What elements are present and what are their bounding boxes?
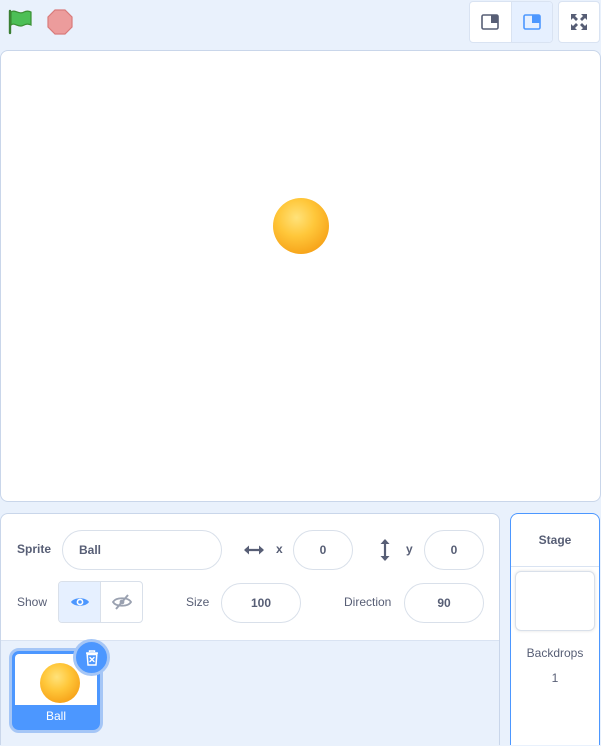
sprite-name-field[interactable]: Ball	[62, 530, 222, 570]
green-flag-icon	[8, 9, 32, 35]
stage-selector-title: Stage	[511, 514, 599, 567]
fullscreen-button[interactable]	[558, 1, 600, 43]
normal-stage-icon	[522, 14, 541, 30]
visibility-toggle	[58, 581, 143, 623]
fullscreen-icon	[571, 14, 587, 30]
stage-backdrop-thumbnail[interactable]	[515, 571, 595, 631]
direction-label: Direction	[344, 595, 392, 609]
y-position-field[interactable]: 0	[424, 530, 484, 570]
backdrops-label: Backdrops	[526, 646, 584, 660]
stop-icon	[47, 9, 73, 35]
ball-sprite[interactable]	[273, 198, 329, 254]
normal-stage-button[interactable]	[510, 2, 552, 42]
x-position-icon	[244, 545, 264, 555]
size-label: Size	[186, 595, 210, 609]
sprite-thumbnail-label: Ball	[45, 709, 66, 723]
size-field[interactable]: 100	[221, 583, 301, 623]
ball-thumbnail-image	[40, 663, 80, 703]
stage-size-toggle	[469, 1, 553, 43]
hide-sprite-button[interactable]	[100, 582, 142, 622]
trash-icon	[85, 649, 98, 666]
sprite-label: Sprite	[17, 542, 52, 556]
small-stage-button[interactable]	[470, 2, 511, 42]
delete-sprite-button[interactable]	[73, 639, 110, 676]
direction-field[interactable]: 90	[404, 583, 484, 623]
x-position-field[interactable]: 0	[293, 530, 353, 570]
stage-canvas[interactable]	[0, 50, 601, 502]
stop-button[interactable]	[47, 9, 73, 35]
show-label: Show	[17, 595, 48, 609]
show-sprite-button[interactable]	[59, 582, 100, 622]
eye-hidden-icon	[111, 594, 132, 610]
backdrops-count: 1	[551, 671, 559, 685]
eye-icon	[70, 598, 89, 606]
y-label: y	[406, 542, 413, 556]
y-position-icon	[380, 539, 390, 561]
green-flag-button[interactable]	[6, 9, 34, 35]
x-label: x	[276, 542, 283, 556]
small-stage-icon	[481, 14, 500, 30]
